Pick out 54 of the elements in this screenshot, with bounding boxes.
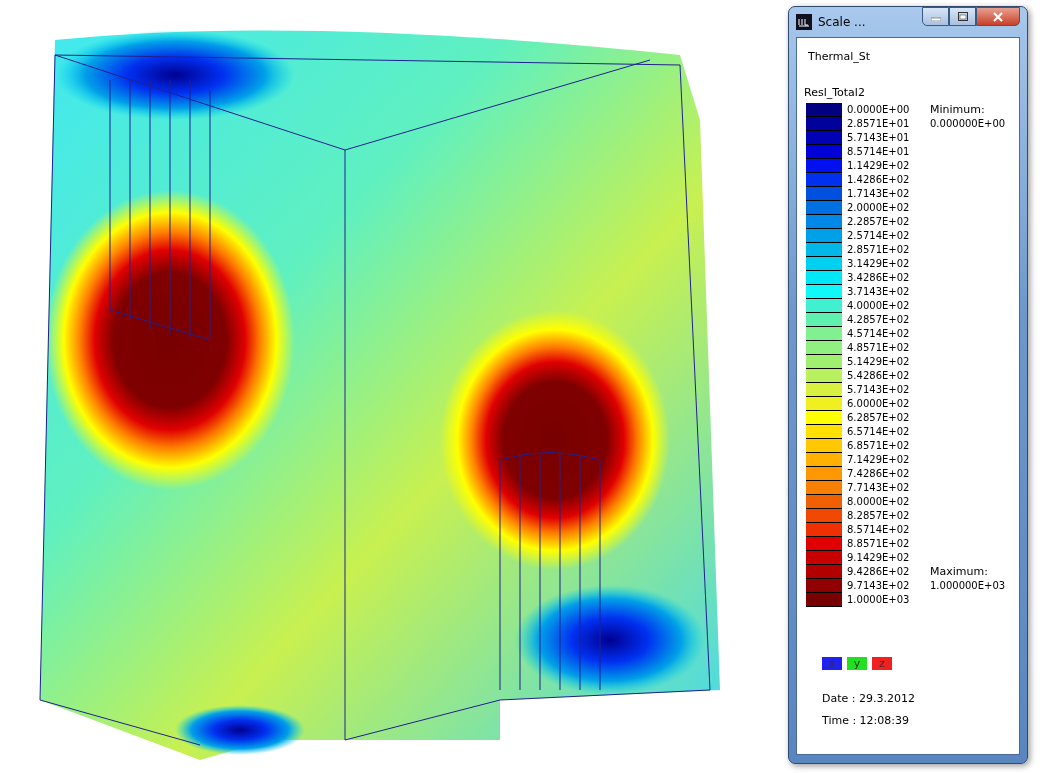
analysis-name: Thermal_St	[808, 50, 872, 64]
legend-value: 5.7143E+01	[847, 131, 911, 145]
legend-value: 8.5714E+01	[847, 145, 911, 159]
legend-value: 7.1429E+02	[847, 453, 911, 467]
legend-value: 9.1429E+02	[847, 551, 911, 565]
legend-value: 5.1429E+02	[847, 355, 911, 369]
window-title: Scale ...	[818, 15, 867, 29]
maximize-icon	[957, 12, 968, 21]
legend-value: 1.4286E+02	[847, 173, 911, 187]
legend-value: 3.4286E+02	[847, 271, 911, 285]
legend-value: 8.0000E+02	[847, 495, 911, 509]
result-name: Resl_Total2	[804, 86, 866, 100]
legend-value: 4.0000E+02	[847, 299, 911, 313]
legend-value: 6.2857E+02	[847, 411, 911, 425]
legend-value: 9.4286E+02	[847, 565, 911, 579]
axis-label: z	[872, 657, 892, 670]
legend-value: 7.7143E+02	[847, 481, 911, 495]
legend-value: 4.5714E+02	[847, 327, 911, 341]
legend-value: 2.5714E+02	[847, 229, 911, 243]
close-button[interactable]	[976, 7, 1020, 26]
legend-value: 5.4286E+02	[847, 369, 911, 383]
maximum-label: Maximum:	[930, 565, 989, 579]
date-text: Date : 29.3.2012	[822, 692, 916, 706]
legend-value: 2.2857E+02	[847, 215, 911, 229]
legend-value: 5.7143E+02	[847, 383, 911, 397]
legend-value: 1.1429E+02	[847, 159, 911, 173]
legend-value: 6.5714E+02	[847, 425, 911, 439]
app-logo-icon	[796, 14, 812, 30]
minimum-label: Minimum:	[930, 103, 986, 117]
maximum-value: 1.000000E+03	[930, 579, 1007, 593]
legend-value: 3.7143E+02	[847, 285, 911, 299]
legend-value: 6.8571E+02	[847, 439, 911, 453]
maximize-button[interactable]	[949, 7, 976, 26]
minimum-value: 0.000000E+00	[930, 117, 1007, 131]
legend-value: 1.0000E+03	[847, 593, 911, 607]
legend-value: 4.2857E+02	[847, 313, 911, 327]
close-icon	[992, 11, 1004, 22]
time-text: Time : 12:08:39	[822, 714, 911, 728]
legend-value: 0.0000E+00	[847, 103, 911, 117]
legend-value: 9.7143E+02	[847, 579, 911, 593]
legend-value: 8.8571E+02	[847, 537, 911, 551]
legend-value: 8.2857E+02	[847, 509, 911, 523]
legend-value: 3.1429E+02	[847, 257, 911, 271]
legend-value: 6.0000E+02	[847, 397, 911, 411]
minimize-button[interactable]	[922, 7, 949, 26]
axis-label: y	[847, 657, 867, 670]
legend-value: 2.8571E+02	[847, 243, 911, 257]
legend-value: 4.8571E+02	[847, 341, 911, 355]
legend-value: 8.5714E+02	[847, 523, 911, 537]
legend-value: 2.8571E+01	[847, 117, 911, 131]
legend-value: 7.4286E+02	[847, 467, 911, 481]
legend-value: 2.0000E+02	[847, 201, 911, 215]
legend-value: 1.7143E+02	[847, 187, 911, 201]
axis-label: x	[822, 657, 842, 670]
